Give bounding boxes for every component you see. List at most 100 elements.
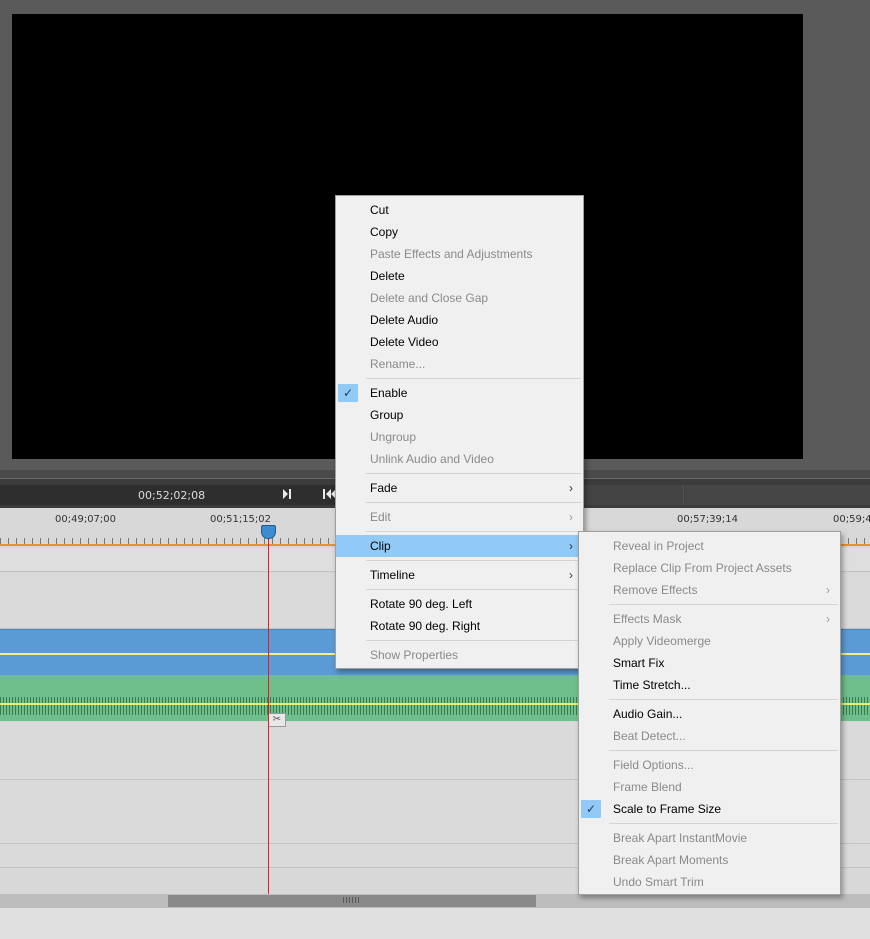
menu-item-rename[interactable]: Rename... [336, 353, 583, 375]
menu-item-show-properties[interactable]: Show Properties [336, 644, 583, 666]
menu-item-smart-fix[interactable]: Smart Fix [579, 652, 840, 674]
menu-item-label: Timeline [370, 568, 415, 582]
skip-back-icon[interactable] [322, 488, 336, 500]
menu-item-label: Replace Clip From Project Assets [613, 561, 792, 575]
menu-item-remove-effects[interactable]: Remove Effects › [579, 579, 840, 601]
menu-separator [336, 637, 583, 644]
menu-item-label: Delete Video [370, 335, 439, 349]
menu-separator [579, 820, 840, 827]
menu-item-label: Delete [370, 269, 405, 283]
menu-item-rotate-left[interactable]: Rotate 90 deg. Left [336, 593, 583, 615]
menu-item-label: Cut [370, 203, 389, 217]
menu-separator [336, 586, 583, 593]
menu-item-scale-to-frame-size[interactable]: ✓ Scale to Frame Size [579, 798, 840, 820]
menu-item-edit[interactable]: Edit › [336, 506, 583, 528]
playhead-icon[interactable] [261, 525, 276, 539]
transport-field-2 [685, 485, 870, 505]
menu-item-apply-videomerge[interactable]: Apply Videomerge [579, 630, 840, 652]
menu-item-label: Delete and Close Gap [370, 291, 489, 305]
chevron-right-icon: › [569, 510, 573, 524]
menu-item-label: Group [370, 408, 404, 422]
ruler-label: 00;57;39;14 [677, 514, 739, 525]
menu-item-label: Fade [370, 481, 398, 495]
menu-separator [579, 601, 840, 608]
current-timecode[interactable]: 00;52;02;08 [138, 489, 205, 502]
context-menu: Cut Copy Paste Effects and Adjustments D… [335, 195, 584, 669]
menu-item-label: Reveal in Project [613, 539, 704, 553]
menu-separator [336, 499, 583, 506]
menu-item-label: Ungroup [370, 430, 417, 444]
menu-item-label: Effects Mask [613, 612, 682, 626]
menu-item-beat-detect[interactable]: Beat Detect... [579, 725, 840, 747]
scrollbar-grip [343, 897, 361, 903]
ruler-label: 00;49;07;00 [55, 514, 117, 525]
menu-item-unlink-audio-video[interactable]: Unlink Audio and Video [336, 448, 583, 470]
menu-item-frame-blend[interactable]: Frame Blend [579, 776, 840, 798]
menu-item-time-stretch[interactable]: Time Stretch... [579, 674, 840, 696]
menu-item-ungroup[interactable]: Ungroup [336, 426, 583, 448]
menu-item-label: Unlink Audio and Video [370, 452, 494, 466]
status-footer [0, 908, 870, 939]
menu-item-fade[interactable]: Fade › [336, 477, 583, 499]
menu-item-label: Rename... [370, 357, 426, 371]
menu-item-delete-close-gap[interactable]: Delete and Close Gap [336, 287, 583, 309]
menu-item-replace-clip[interactable]: Replace Clip From Project Assets [579, 557, 840, 579]
checkmark-icon: ✓ [338, 384, 358, 402]
menu-item-reveal-in-project[interactable]: Reveal in Project [579, 535, 840, 557]
menu-item-copy[interactable]: Copy [336, 221, 583, 243]
clip-submenu: Reveal in Project Replace Clip From Proj… [578, 531, 841, 895]
menu-item-label: Scale to Frame Size [613, 802, 722, 816]
menu-separator [336, 557, 583, 564]
ruler-label: 00;51;15;02 [210, 514, 272, 525]
menu-item-label: Field Options... [613, 758, 694, 772]
menu-item-group[interactable]: Group [336, 404, 583, 426]
chevron-right-icon: › [569, 539, 573, 553]
menu-item-paste-effects[interactable]: Paste Effects and Adjustments [336, 243, 583, 265]
menu-item-label: Rotate 90 deg. Left [370, 597, 473, 611]
menu-item-label: Enable [370, 386, 408, 400]
menu-item-label: Smart Fix [613, 656, 665, 670]
menu-item-label: Frame Blend [613, 780, 682, 794]
menu-item-timeline[interactable]: Timeline › [336, 564, 583, 586]
menu-item-label: Time Stretch... [613, 678, 691, 692]
menu-item-clip[interactable]: Clip › [336, 535, 583, 557]
menu-item-delete[interactable]: Delete [336, 265, 583, 287]
ruler-label: 00;59;4 [833, 514, 870, 525]
menu-item-label: Edit [370, 510, 391, 524]
checkmark-icon: ✓ [581, 800, 601, 818]
chevron-right-icon: › [826, 583, 830, 597]
chevron-right-icon: › [826, 612, 830, 626]
menu-item-label: Rotate 90 deg. Right [370, 619, 481, 633]
chevron-right-icon: › [569, 568, 573, 582]
menu-item-label: Beat Detect... [613, 729, 686, 743]
menu-item-break-apart-instantmovie[interactable]: Break Apart InstantMovie [579, 827, 840, 849]
menu-item-field-options[interactable]: Field Options... [579, 754, 840, 776]
menu-item-audio-gain[interactable]: Audio Gain... [579, 703, 840, 725]
menu-item-effects-mask[interactable]: Effects Mask › [579, 608, 840, 630]
playhead-line[interactable] [268, 531, 269, 894]
menu-item-label: Apply Videomerge [613, 634, 711, 648]
menu-item-rotate-right[interactable]: Rotate 90 deg. Right [336, 615, 583, 637]
menu-item-delete-video[interactable]: Delete Video [336, 331, 583, 353]
menu-item-label: Break Apart InstantMovie [613, 831, 748, 845]
menu-item-label: Paste Effects and Adjustments [370, 247, 533, 261]
menu-item-cut[interactable]: Cut [336, 199, 583, 221]
menu-item-label: Remove Effects [613, 583, 698, 597]
marker-icon[interactable] [282, 488, 294, 500]
menu-separator [336, 470, 583, 477]
menu-separator [579, 747, 840, 754]
menu-item-label: Audio Gain... [613, 707, 683, 721]
scissor-icon[interactable]: ✂ [268, 713, 286, 727]
menu-separator [336, 375, 583, 382]
menu-item-undo-smart-trim[interactable]: Undo Smart Trim [579, 871, 840, 893]
menu-item-delete-audio[interactable]: Delete Audio [336, 309, 583, 331]
menu-item-label: Clip [370, 539, 391, 553]
menu-item-enable[interactable]: ✓ Enable [336, 382, 583, 404]
menu-separator [336, 528, 583, 535]
menu-item-label: Break Apart Moments [613, 853, 729, 867]
menu-item-label: Show Properties [370, 648, 459, 662]
horizontal-scrollbar[interactable] [0, 894, 870, 908]
menu-item-break-apart-moments[interactable]: Break Apart Moments [579, 849, 840, 871]
menu-separator [579, 696, 840, 703]
menu-item-label: Copy [370, 225, 399, 239]
